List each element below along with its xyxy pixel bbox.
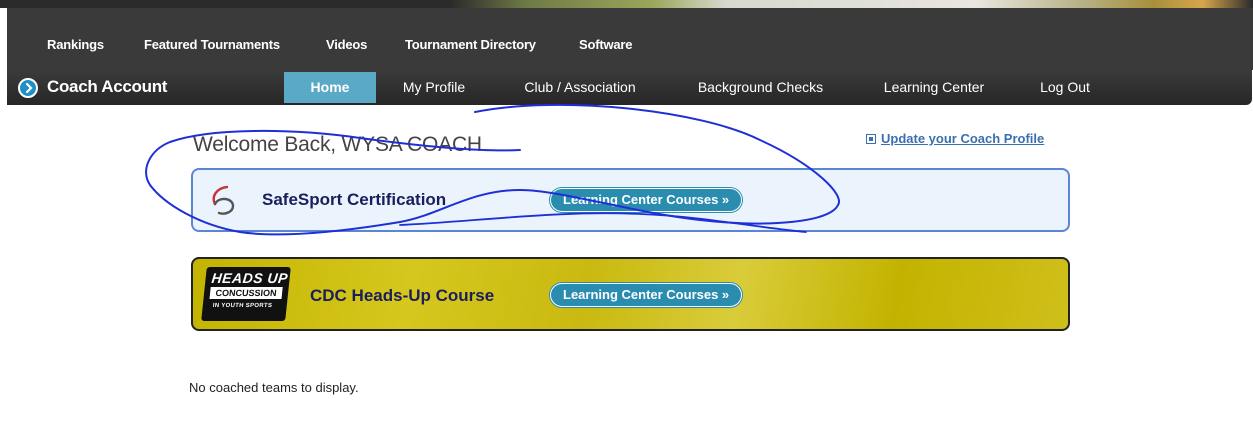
tab-log-out[interactable]: Log Out bbox=[1030, 72, 1100, 103]
top-navigation: Rankings Featured Tournaments Videos Tou… bbox=[7, 8, 1253, 70]
account-title: Coach Account bbox=[47, 77, 168, 96]
profile-icon bbox=[866, 134, 876, 144]
no-teams-message: No coached teams to display. bbox=[189, 380, 359, 395]
update-link-label: Update your Coach Profile bbox=[881, 131, 1045, 146]
safesport-course-card: SafeSport Certification Learning Center … bbox=[191, 168, 1070, 232]
nav-tournament-directory[interactable]: Tournament Directory bbox=[405, 37, 536, 52]
cdc-title: CDC Heads-Up Course bbox=[310, 286, 495, 305]
heads-up-concussion-logo: HEADS UP CONCUSSION IN YOUTH SPORTS bbox=[201, 267, 291, 321]
nav-rankings[interactable]: Rankings bbox=[47, 37, 104, 52]
nav-software[interactable]: Software bbox=[579, 37, 633, 52]
tab-club-association[interactable]: Club / Association bbox=[507, 72, 653, 103]
chevron-right-circle-icon bbox=[18, 78, 38, 98]
update-coach-profile-link[interactable]: Update your Coach Profile bbox=[866, 131, 1044, 146]
tab-learning-center[interactable]: Learning Center bbox=[869, 72, 999, 103]
safesport-learning-center-button[interactable]: Learning Center Courses » bbox=[550, 188, 743, 212]
safesport-logo-icon bbox=[207, 184, 243, 223]
nav-featured-tournaments[interactable]: Featured Tournaments bbox=[144, 37, 280, 52]
welcome-message: Welcome Back, WYSA COACH bbox=[193, 133, 482, 156]
cdc-learning-center-button[interactable]: Learning Center Courses » bbox=[550, 283, 743, 307]
tab-my-profile[interactable]: My Profile bbox=[390, 72, 478, 103]
tab-background-checks[interactable]: Background Checks bbox=[682, 72, 839, 103]
header-banner-image bbox=[0, 0, 1253, 8]
tab-home[interactable]: Home bbox=[284, 72, 376, 103]
cdc-heads-up-course-card: HEADS UP CONCUSSION IN YOUTH SPORTS CDC … bbox=[191, 257, 1070, 331]
safesport-title: SafeSport Certification bbox=[262, 190, 447, 209]
nav-videos[interactable]: Videos bbox=[326, 37, 367, 52]
